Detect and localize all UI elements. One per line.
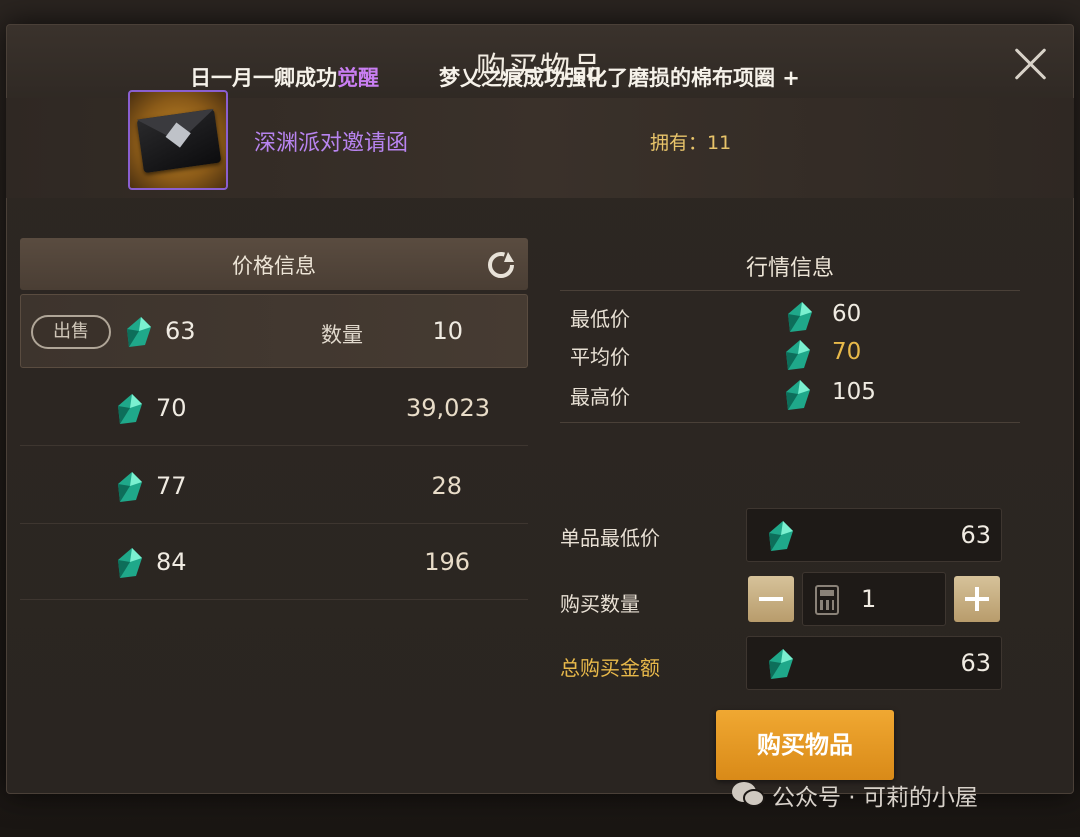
market-min-label: 最低价 [570, 307, 630, 331]
gem-icon [118, 472, 142, 502]
sell-button[interactable]: 出售 [31, 315, 111, 349]
decrease-button[interactable] [748, 576, 794, 622]
total-label: 总购买金额 [560, 656, 660, 680]
gem-icon [127, 317, 151, 347]
ticker-text-1: 日一月一卿成功 [190, 66, 337, 90]
price-value: 84 [156, 548, 187, 576]
increase-button[interactable] [954, 576, 1000, 622]
item-icon[interactable] [128, 90, 228, 190]
close-icon[interactable] [1011, 43, 1051, 83]
ticker-text-2: 梦乂之痕成功强化了磨损的棉布项圈 + [439, 66, 800, 90]
market-min-value: 60 [832, 301, 862, 327]
price-panel: 价格信息 出售 63 数量 10 70 39,023 77 28 84 196 [20, 238, 528, 783]
market-max-label: 最高价 [570, 385, 630, 409]
price-row[interactable]: 出售 63 数量 10 [20, 294, 528, 368]
qty-value: 28 [431, 472, 462, 500]
owned-value: 11 [707, 132, 732, 154]
watermark: 公众号 · 可莉的小屋 [728, 778, 978, 812]
unit-min-value: 63 [960, 521, 991, 549]
gem-icon [786, 340, 810, 370]
gem-icon [786, 380, 810, 410]
market-max-value: 105 [832, 379, 876, 405]
market-avg-value: 70 [832, 339, 862, 365]
market-avg-label: 平均价 [570, 345, 630, 369]
unit-min-field: 63 [746, 508, 1002, 562]
price-value: 63 [165, 317, 196, 345]
price-row[interactable]: 84 196 [20, 524, 528, 600]
item-name: 深渊派对邀请函 [254, 131, 409, 156]
gem-icon [769, 649, 793, 679]
gem-icon [118, 394, 142, 424]
price-row[interactable]: 77 28 [20, 448, 528, 524]
price-panel-header: 价格信息 [20, 238, 528, 290]
gem-icon [788, 302, 812, 332]
total-value: 63 [960, 649, 991, 677]
owned-count: 拥有：11 [650, 128, 731, 155]
price-row[interactable]: 70 39,023 [20, 370, 528, 446]
market-divider-bottom [560, 422, 1020, 423]
market-title: 行情信息 [745, 256, 834, 281]
gem-icon [118, 548, 142, 578]
unit-min-label: 单品最低价 [560, 526, 660, 550]
plus-icon-v [975, 587, 979, 611]
calculator-icon[interactable] [815, 585, 839, 615]
qty-value: 39,023 [406, 394, 490, 422]
total-field: 63 [746, 636, 1002, 690]
qty-input-label: 购买数量 [560, 592, 640, 616]
envelope-icon [136, 108, 222, 174]
gem-icon [769, 521, 793, 551]
price-value: 77 [156, 472, 187, 500]
qty-value: 196 [424, 548, 470, 576]
quantity-input[interactable]: 1 [802, 572, 946, 626]
market-divider-top [560, 290, 1020, 291]
ticker-highlight: 觉醒 [337, 66, 379, 90]
buy-button[interactable]: 购买物品 [716, 710, 894, 780]
quantity-value: 1 [861, 585, 877, 613]
refresh-icon[interactable] [484, 248, 518, 282]
price-value: 70 [156, 394, 187, 422]
qty-value: 10 [432, 317, 463, 345]
owned-label: 拥有： [650, 132, 708, 154]
price-panel-title: 价格信息 [232, 254, 316, 278]
broadcast-ticker: 日一月一卿成功觉醒 梦乂之痕成功强化了磨损的棉布项圈 + [190, 62, 920, 92]
minus-icon [759, 597, 783, 601]
watermark-text: 公众号 · 可莉的小屋 [772, 785, 978, 811]
